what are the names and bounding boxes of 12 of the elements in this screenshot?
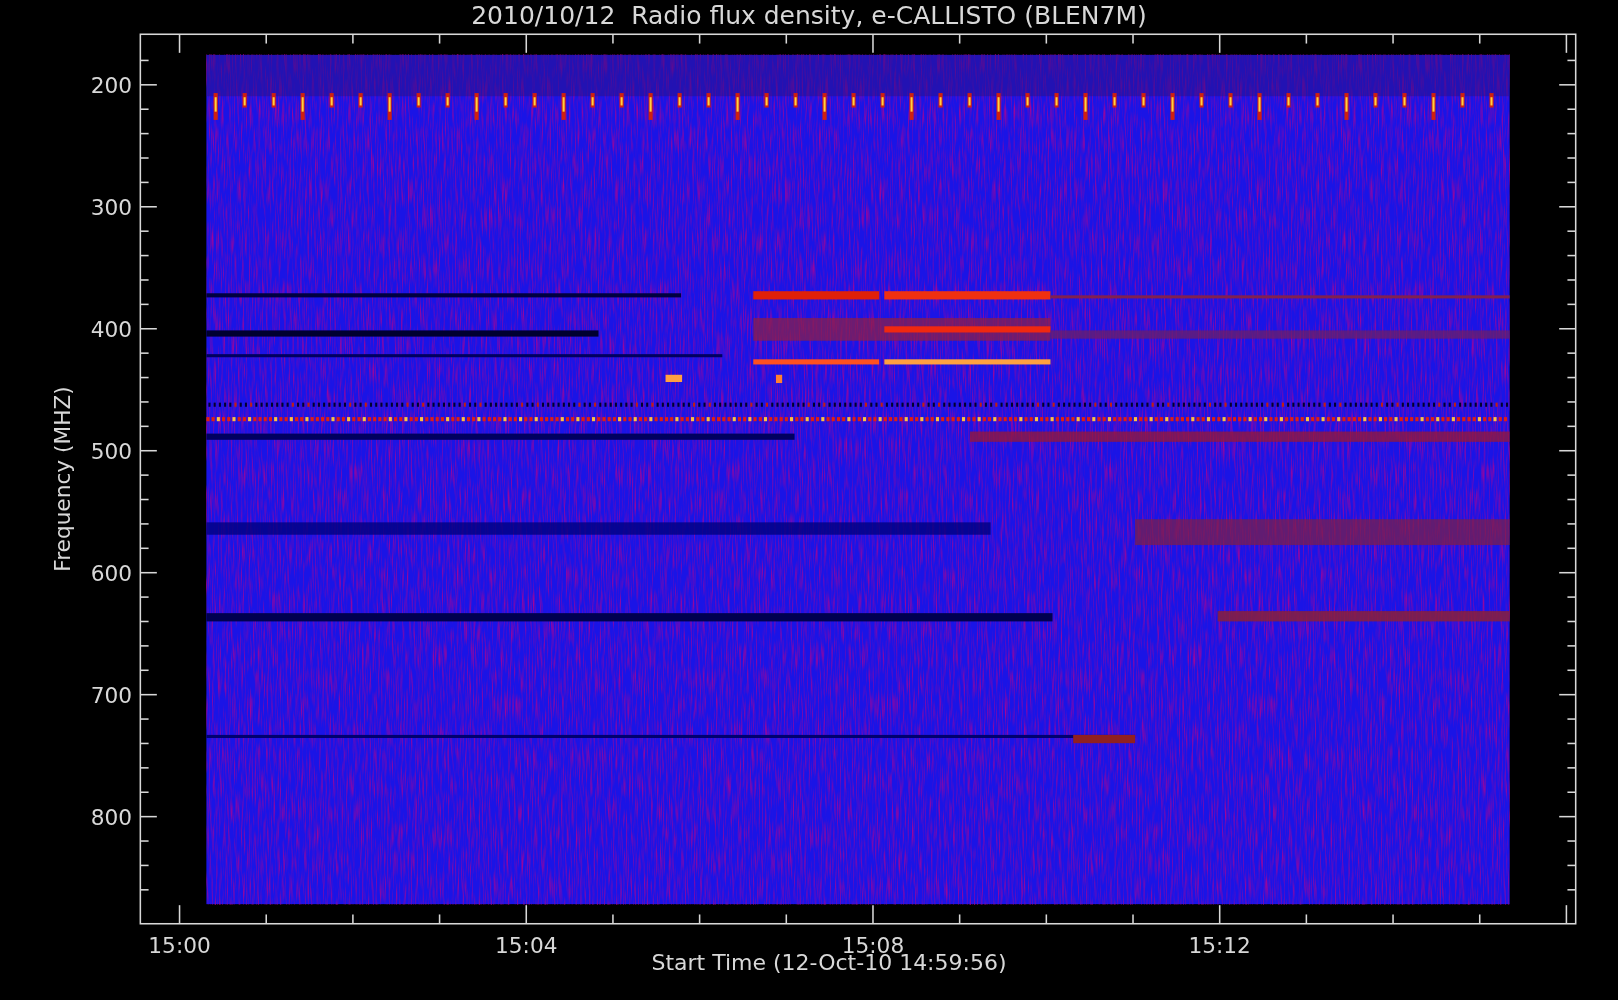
y-tick-label: 800 bbox=[90, 804, 133, 830]
x-tick-label: 15:12 bbox=[1188, 932, 1251, 958]
y-tick-label: 200 bbox=[90, 73, 133, 99]
y-tick-label: 400 bbox=[90, 317, 133, 342]
y-tick-label: 300 bbox=[90, 195, 133, 221]
x-tick-label: 15:00 bbox=[148, 932, 211, 958]
y-tick-label: 500 bbox=[90, 439, 133, 464]
chart-title: 2010/10/12 Radio flux density, e-CALLISTO (BLEN7M) bbox=[471, 0, 1147, 32]
x-tick-label: 15:04 bbox=[495, 932, 558, 958]
y-tick-label: 700 bbox=[90, 682, 133, 708]
y-axis-label: Frequency (MHZ) bbox=[50, 386, 76, 572]
y-tick-label: 600 bbox=[90, 560, 133, 586]
